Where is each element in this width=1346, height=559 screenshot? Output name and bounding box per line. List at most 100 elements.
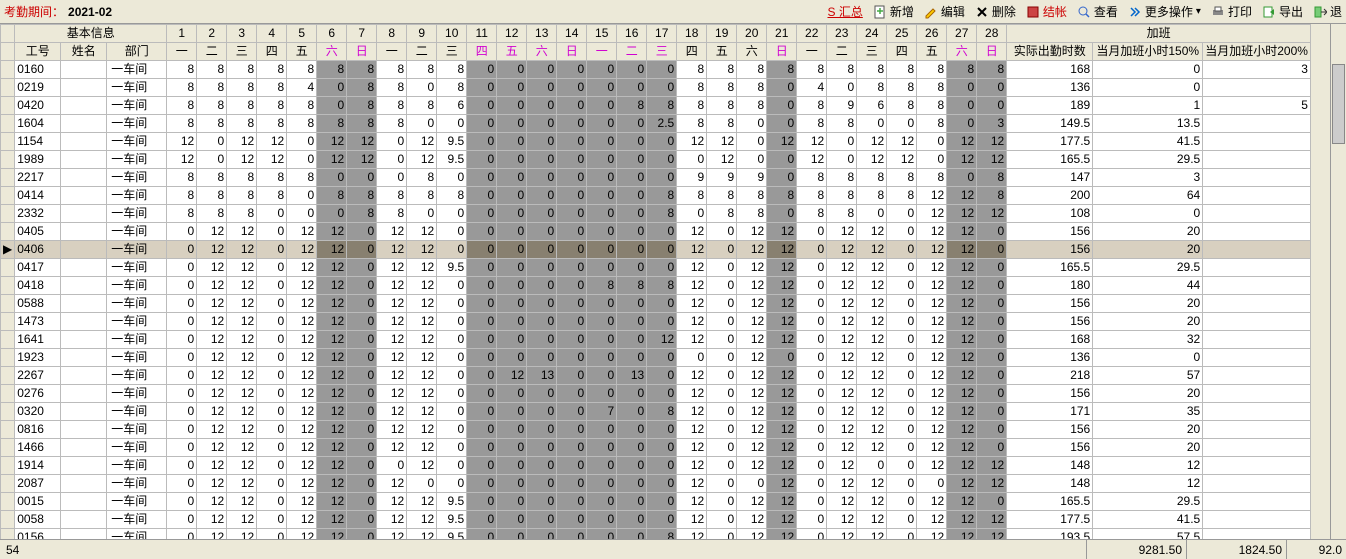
cell-day-16[interactable]: 0 [617, 169, 647, 187]
cell-day-2[interactable]: 12 [197, 277, 227, 295]
cell-day-21[interactable]: 12 [767, 259, 797, 277]
cell-day-14[interactable]: 0 [557, 493, 587, 511]
cell-day-9[interactable]: 0 [407, 475, 437, 493]
cell-day-22[interactable]: 8 [797, 115, 827, 133]
cell-day-15[interactable]: 0 [587, 367, 617, 385]
cell-day-24[interactable]: 12 [857, 367, 887, 385]
cell-day-2[interactable]: 8 [197, 169, 227, 187]
cell-day-24[interactable]: 12 [857, 331, 887, 349]
cell-day-16[interactable]: 13 [617, 367, 647, 385]
cell-ot150[interactable]: 57.5 [1093, 529, 1203, 540]
cell-day-19[interactable]: 0 [707, 529, 737, 540]
cell-day-4[interactable]: 0 [257, 475, 287, 493]
cell-day-4[interactable]: 0 [257, 493, 287, 511]
cell-day-4[interactable]: 8 [257, 79, 287, 97]
cell-empno[interactable]: 0406 [15, 241, 61, 259]
cell-day-25[interactable]: 0 [887, 457, 917, 475]
cell-day-7[interactable]: 12 [347, 151, 377, 169]
cell-ot200[interactable] [1203, 385, 1311, 403]
cell-day-10[interactable]: 0 [437, 439, 467, 457]
cell-day-12[interactable]: 0 [497, 133, 527, 151]
cell-day-2[interactable]: 12 [197, 223, 227, 241]
cell-actual[interactable]: 177.5 [1007, 511, 1093, 529]
cell-day-22[interactable]: 0 [797, 367, 827, 385]
cell-day-6[interactable]: 12 [317, 385, 347, 403]
cell-empno[interactable]: 0588 [15, 295, 61, 313]
cell-day-16[interactable]: 0 [617, 511, 647, 529]
cell-day-22[interactable]: 8 [797, 187, 827, 205]
cell-day-23[interactable]: 12 [827, 511, 857, 529]
cell-day-2[interactable]: 12 [197, 493, 227, 511]
cell-day-4[interactable]: 0 [257, 205, 287, 223]
day-num-24[interactable]: 24 [857, 25, 887, 43]
table-row[interactable]: 0417一车间0121201212012129.5000000012012120… [1, 259, 1311, 277]
cell-ot200[interactable] [1203, 259, 1311, 277]
cell-day-11[interactable]: 0 [467, 187, 497, 205]
cell-day-6[interactable]: 12 [317, 367, 347, 385]
cell-day-9[interactable]: 0 [407, 79, 437, 97]
cell-day-7[interactable]: 0 [347, 493, 377, 511]
cell-day-23[interactable]: 12 [827, 457, 857, 475]
cell-day-1[interactable]: 0 [167, 439, 197, 457]
cell-day-27[interactable]: 0 [947, 79, 977, 97]
cell-day-28[interactable]: 0 [977, 277, 1007, 295]
cell-day-20[interactable]: 0 [737, 151, 767, 169]
cell-day-19[interactable]: 0 [707, 277, 737, 295]
cell-day-3[interactable]: 12 [227, 277, 257, 295]
cell-ot200[interactable] [1203, 403, 1311, 421]
cell-empno[interactable]: 2087 [15, 475, 61, 493]
cell-ot150[interactable]: 1 [1093, 97, 1203, 115]
cell-day-26[interactable]: 12 [917, 385, 947, 403]
day-num-14[interactable]: 14 [557, 25, 587, 43]
cell-day-1[interactable]: 0 [167, 403, 197, 421]
cell-day-4[interactable]: 0 [257, 349, 287, 367]
table-row[interactable]: 0015一车间0121201212012129.5000000012012120… [1, 493, 1311, 511]
cell-day-3[interactable]: 8 [227, 205, 257, 223]
cell-day-3[interactable]: 12 [227, 295, 257, 313]
cell-day-7[interactable]: 0 [347, 439, 377, 457]
cell-day-26[interactable]: 12 [917, 277, 947, 295]
cell-day-11[interactable]: 0 [467, 97, 497, 115]
cell-day-9[interactable]: 0 [407, 205, 437, 223]
cell-day-24[interactable]: 12 [857, 493, 887, 511]
cell-day-17[interactable]: 0 [647, 79, 677, 97]
cell-day-26[interactable]: 12 [917, 457, 947, 475]
cell-day-18[interactable]: 12 [677, 511, 707, 529]
cell-day-5[interactable]: 12 [287, 439, 317, 457]
cell-day-10[interactable]: 0 [437, 241, 467, 259]
cell-ot200[interactable] [1203, 241, 1311, 259]
cell-ot150[interactable]: 0 [1093, 79, 1203, 97]
cell-day-19[interactable]: 9 [707, 169, 737, 187]
cell-day-23[interactable]: 8 [827, 169, 857, 187]
cell-day-15[interactable]: 0 [587, 97, 617, 115]
cell-dept[interactable]: 一车间 [107, 529, 167, 540]
cell-day-15[interactable]: 0 [587, 385, 617, 403]
cell-ot150[interactable]: 20 [1093, 313, 1203, 331]
cell-day-13[interactable]: 0 [527, 115, 557, 133]
cell-day-24[interactable]: 12 [857, 277, 887, 295]
cell-day-19[interactable]: 8 [707, 97, 737, 115]
cell-actual[interactable]: 180 [1007, 277, 1093, 295]
cell-day-25[interactable]: 0 [887, 331, 917, 349]
cell-day-15[interactable]: 0 [587, 79, 617, 97]
cell-day-21[interactable]: 12 [767, 223, 797, 241]
cell-day-12[interactable]: 0 [497, 349, 527, 367]
cell-day-1[interactable]: 8 [167, 97, 197, 115]
cell-day-8[interactable]: 12 [377, 295, 407, 313]
cell-empno[interactable]: 2332 [15, 205, 61, 223]
cell-day-11[interactable]: 0 [467, 115, 497, 133]
cell-day-9[interactable]: 12 [407, 133, 437, 151]
cell-day-4[interactable]: 0 [257, 223, 287, 241]
cell-day-18[interactable]: 12 [677, 259, 707, 277]
cell-day-16[interactable]: 0 [617, 475, 647, 493]
cell-day-12[interactable]: 0 [497, 259, 527, 277]
cell-day-20[interactable]: 12 [737, 457, 767, 475]
cell-day-2[interactable]: 12 [197, 529, 227, 540]
cell-day-1[interactable]: 8 [167, 115, 197, 133]
cell-day-9[interactable]: 12 [407, 457, 437, 475]
cell-empno[interactable]: 1604 [15, 115, 61, 133]
cell-day-25[interactable]: 0 [887, 367, 917, 385]
cell-day-28[interactable]: 12 [977, 457, 1007, 475]
cell-day-20[interactable]: 12 [737, 259, 767, 277]
cell-day-7[interactable]: 0 [347, 331, 377, 349]
